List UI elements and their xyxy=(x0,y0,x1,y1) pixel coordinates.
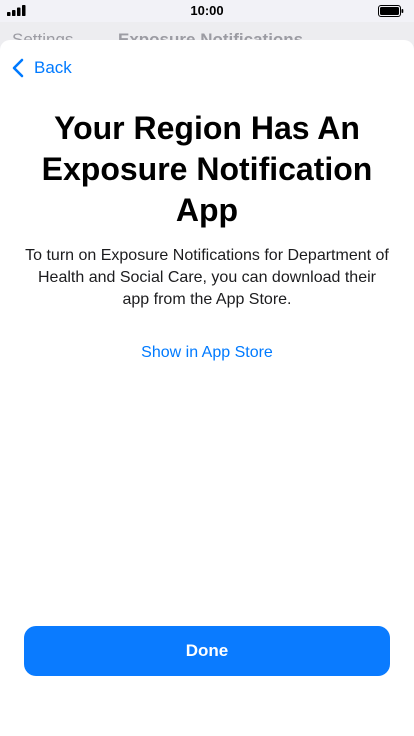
chevron-left-icon xyxy=(12,58,24,78)
status-time: 10:00 xyxy=(190,3,224,18)
done-button[interactable]: Done xyxy=(24,626,390,676)
status-bar: 10:00 xyxy=(0,0,414,22)
battery-icon xyxy=(378,5,404,17)
back-button[interactable]: Back xyxy=(12,56,72,80)
back-button-label: Back xyxy=(34,58,72,77)
exposure-app-sheet: Back Your Region Has An Exposure Notific… xyxy=(0,40,414,736)
description-text: To turn on Exposure Notifications for De… xyxy=(25,247,389,308)
show-in-app-store-link[interactable]: Show in App Store xyxy=(0,344,414,362)
page-title: Your Region Has An Exposure Notification… xyxy=(41,110,373,228)
